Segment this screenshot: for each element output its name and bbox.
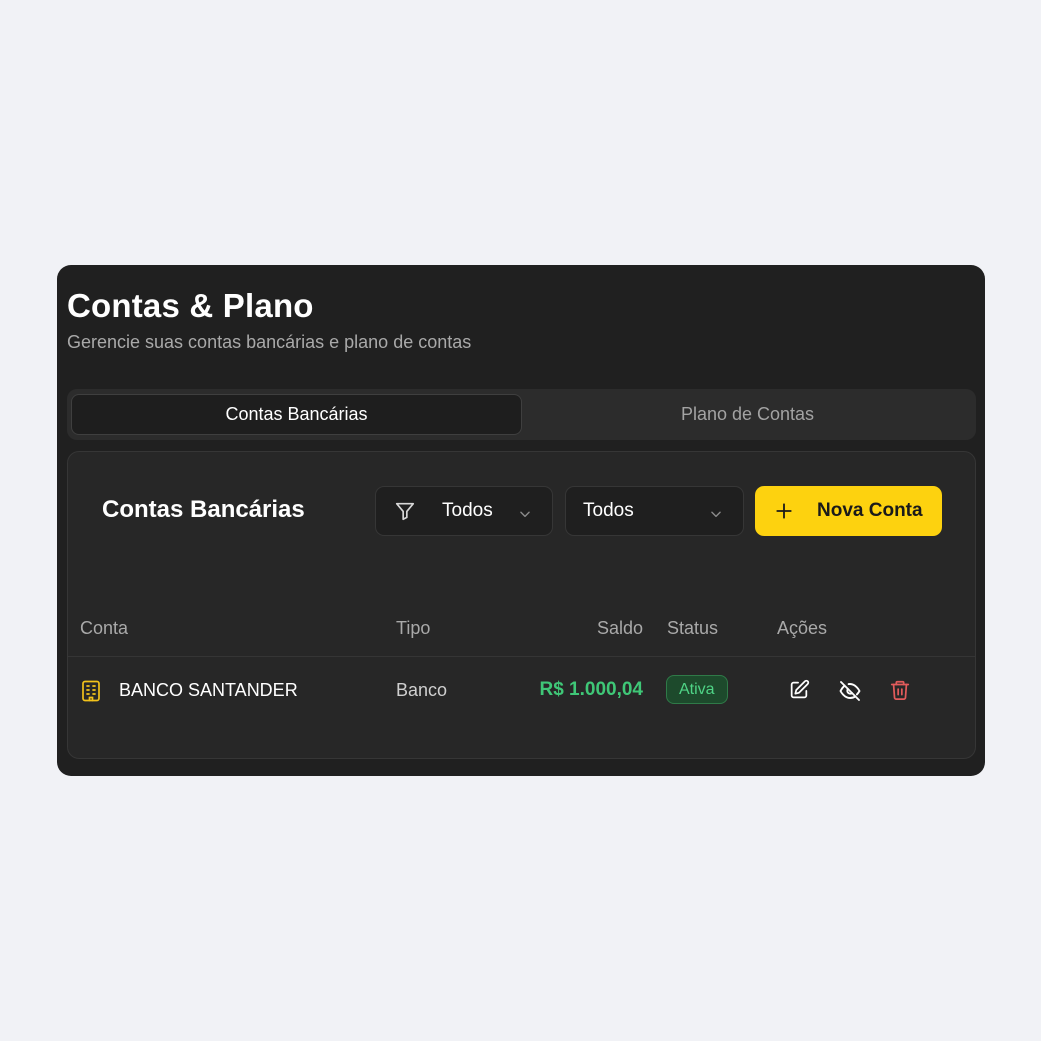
accounts-panel: Contas & Plano Gerencie suas contas banc… — [57, 265, 985, 776]
page-title: Contas & Plano — [67, 287, 314, 324]
chevron-down-icon — [709, 505, 723, 527]
trash-icon[interactable] — [889, 679, 911, 706]
column-header-tipo: Tipo — [396, 618, 431, 638]
tab-contas-bancarias[interactable]: Contas Bancárias — [71, 394, 522, 435]
card-title: Contas Bancárias — [102, 496, 305, 523]
table-divider — [68, 656, 975, 657]
column-header-conta: Conta — [80, 618, 129, 638]
building-icon — [81, 680, 101, 707]
column-header-saldo: Saldo — [596, 618, 643, 638]
new-account-button[interactable]: Nova Conta — [755, 486, 942, 536]
tab-bar: Contas Bancárias Plano de Contas — [67, 389, 976, 440]
type-filter-value: Todos — [442, 500, 493, 521]
status-filter-select[interactable]: Todos — [565, 486, 744, 536]
filter-icon — [394, 500, 416, 528]
eye-off-icon[interactable] — [838, 679, 862, 708]
bank-accounts-card: Contas Bancárias Todos Todos Nova Conta … — [67, 451, 976, 759]
new-account-label: Nova Conta — [817, 500, 923, 521]
chevron-down-icon — [518, 505, 532, 527]
status-filter-value: Todos — [583, 500, 634, 521]
column-header-acoes: Ações — [777, 618, 828, 638]
account-name: BANCO SANTANDER — [119, 680, 298, 700]
status-badge: Ativa — [666, 675, 728, 704]
account-balance: R$ 1.000,04 — [539, 679, 643, 700]
type-filter-select[interactable]: Todos — [375, 486, 553, 536]
tab-plano-de-contas[interactable]: Plano de Contas — [522, 394, 973, 435]
page-subtitle: Gerencie suas contas bancárias e plano d… — [67, 332, 472, 352]
column-header-status: Status — [667, 618, 719, 638]
plus-icon — [775, 502, 793, 526]
account-type: Banco — [396, 680, 448, 700]
edit-icon[interactable] — [788, 679, 810, 706]
